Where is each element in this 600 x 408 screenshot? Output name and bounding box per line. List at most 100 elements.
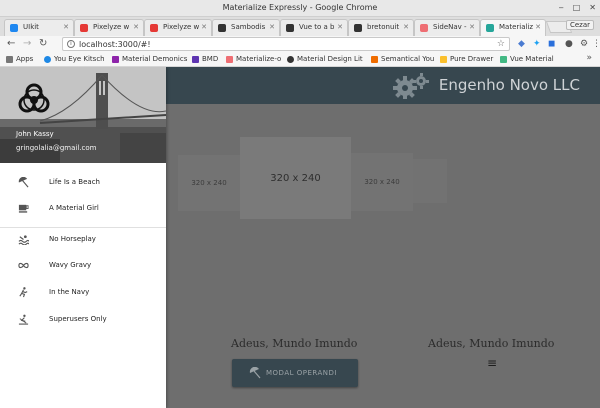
sidenav-item-no-horseplay[interactable]: No Horseplay (0, 229, 166, 251)
forward-icon[interactable]: → (23, 38, 31, 50)
extension-icon[interactable]: ◆ (518, 39, 525, 49)
rowing-icon (18, 314, 29, 325)
tab-favicon-icon (486, 24, 494, 32)
sidenav-item-label: Superusers Only (49, 315, 107, 323)
page-viewport: Engenho Novo LLC 320 x 240 320 x 240 320… (0, 67, 600, 408)
bookmark-item[interactable]: Vue Material (500, 55, 554, 63)
bookmark-item[interactable]: You Eye Kitsch (44, 55, 105, 63)
tab-label: UIkit (23, 23, 39, 31)
twitter-icon[interactable]: ✦ (533, 39, 541, 49)
tab-close-icon[interactable]: ✕ (269, 23, 275, 31)
tab-favicon-icon (10, 24, 18, 32)
info-icon[interactable]: i (67, 40, 75, 48)
address-bar[interactable]: i localhost:3000/#! ☆ (62, 37, 510, 51)
browser-tab[interactable]: Pixelyze w ✕ (144, 19, 212, 36)
chrome-menu-icon[interactable]: ⋮ (592, 39, 600, 49)
sidenav-item-wavy-gravy[interactable]: Wavy Gravy (0, 255, 166, 277)
bookmark-item[interactable]: BMD (192, 55, 218, 63)
bookmark-favicon-icon (371, 56, 378, 63)
back-icon[interactable]: ← (7, 38, 15, 50)
browser-tab[interactable]: UIkit ✕ (4, 19, 74, 36)
github-icon (287, 56, 294, 63)
brand-logo[interactable]: Engenho Novo LLC (439, 76, 580, 94)
bookmark-item[interactable]: Material Demonics (112, 55, 187, 63)
close-window-button[interactable]: ✕ (589, 3, 596, 12)
tab-label: SideNav - (433, 23, 467, 31)
sidenav-item-a-material-girl[interactable]: A Material Girl (0, 198, 166, 220)
browser-tab[interactable]: Pixelyze w ✕ (74, 19, 144, 36)
beach-umbrella-icon (249, 367, 261, 379)
tab-favicon-icon (80, 24, 88, 32)
bookmark-star-icon[interactable]: ☆ (497, 39, 505, 49)
bookmark-favicon-icon (192, 56, 199, 63)
bookmark-item[interactable]: Materialize-o (226, 55, 281, 63)
sidenav-item-superusers-only[interactable]: Superusers Only (0, 309, 166, 331)
tab-label: Materializ (499, 23, 534, 31)
carousel-slide[interactable]: 320 x 240 (351, 153, 413, 211)
gears-logo-icon (393, 73, 429, 99)
bookmark-item[interactable]: Semantical You (371, 55, 434, 63)
tab-label: Sambodis (231, 23, 266, 31)
tab-label: Vue to a b (299, 23, 335, 31)
tab-close-icon[interactable]: ✕ (63, 23, 69, 31)
extension-icon[interactable]: ◼ (548, 39, 555, 49)
window-controls: ‒ □ ✕ (559, 3, 596, 12)
tab-close-icon[interactable]: ✕ (535, 23, 541, 31)
profile-button[interactable]: Cezar (565, 20, 594, 30)
bookmark-item[interactable]: Material Design Lit (287, 55, 363, 63)
browser-tab[interactable]: Sambodis ✕ (212, 19, 280, 36)
sidenav-item-in-the-navy[interactable]: In the Navy (0, 282, 166, 304)
maximize-button[interactable]: □ (573, 3, 581, 12)
tab-close-icon[interactable]: ✕ (469, 23, 475, 31)
running-figure-icon (19, 287, 28, 298)
user-name[interactable]: John Kassy (16, 130, 54, 138)
toolbar: ← → ↻ i localhost:3000/#! ☆ ◆ ✦ ◼ ● ⚙ ⋮ (0, 36, 600, 53)
bookmark-apps[interactable]: Apps (6, 55, 33, 63)
tab-strip: UIkit ✕ Pixelyze w ✕ Pixelyze w ✕ Sambod… (0, 17, 600, 37)
top-navbar: Engenho Novo LLC (166, 67, 600, 104)
sidenav-item-label: Life Is a Beach (49, 178, 100, 186)
sidenav-item-life-is-a-beach[interactable]: Life Is a Beach (0, 172, 166, 194)
browser-tab-active[interactable]: Materializ ✕ (480, 19, 546, 37)
sidenav-item-label: Wavy Gravy (49, 261, 92, 269)
vue-icon (500, 56, 507, 63)
tab-close-icon[interactable]: ✕ (337, 23, 343, 31)
bookmark-item[interactable]: Pure Drawer (440, 55, 493, 63)
beach-umbrella-icon (18, 177, 29, 188)
hamburger-menu-icon[interactable]: ≡ (487, 357, 497, 369)
minimize-button[interactable]: ‒ (559, 3, 564, 12)
carousel-slide[interactable] (413, 159, 447, 203)
extension-icon[interactable]: ● (565, 39, 573, 49)
bookmark-favicon-icon (440, 56, 447, 63)
bookmark-favicon-icon (44, 56, 51, 63)
tab-label: bretonuit (367, 23, 400, 31)
carousel-slide-active[interactable]: 320 x 240 (240, 137, 351, 219)
browser-tab[interactable]: SideNav - ✕ (414, 19, 480, 36)
modal-operandi-button[interactable]: MODAL OPERANDI (232, 359, 358, 387)
bookmarks-bar: Apps You Eye Kitsch Material Demonics BM… (0, 53, 600, 67)
more-bookmarks-icon[interactable]: » (586, 53, 592, 63)
browser-tab[interactable]: bretonuit ✕ (348, 19, 414, 36)
url-text: localhost:3000/#! (79, 40, 151, 49)
apps-grid-icon (6, 56, 13, 63)
tab-favicon-icon (150, 24, 158, 32)
biohazard-avatar-icon[interactable] (16, 81, 52, 117)
tab-label: Pixelyze w (93, 23, 130, 31)
tab-close-icon[interactable]: ✕ (201, 23, 207, 31)
carousel-slide[interactable]: 320 x 240 (178, 155, 240, 211)
section-heading: Adeus, Mundo Imundo (428, 337, 555, 350)
infinity-icon (18, 262, 29, 269)
side-nav: John Kassy gringolalia@gmail.com Life Is… (0, 67, 166, 408)
bookmark-favicon-icon (112, 56, 119, 63)
tab-favicon-icon (420, 24, 428, 32)
reload-icon[interactable]: ↻ (39, 38, 47, 50)
user-email[interactable]: gringolalia@gmail.com (16, 144, 96, 152)
tab-close-icon[interactable]: ✕ (403, 23, 409, 31)
settings-gear-icon[interactable]: ⚙ (580, 39, 588, 49)
tab-favicon-icon (354, 24, 362, 32)
coffee-cup-icon (18, 204, 29, 213)
modal-button-label: MODAL OPERANDI (266, 369, 337, 377)
tab-close-icon[interactable]: ✕ (133, 23, 139, 31)
tab-favicon-icon (218, 24, 226, 32)
browser-tab[interactable]: Vue to a b ✕ (280, 19, 348, 36)
